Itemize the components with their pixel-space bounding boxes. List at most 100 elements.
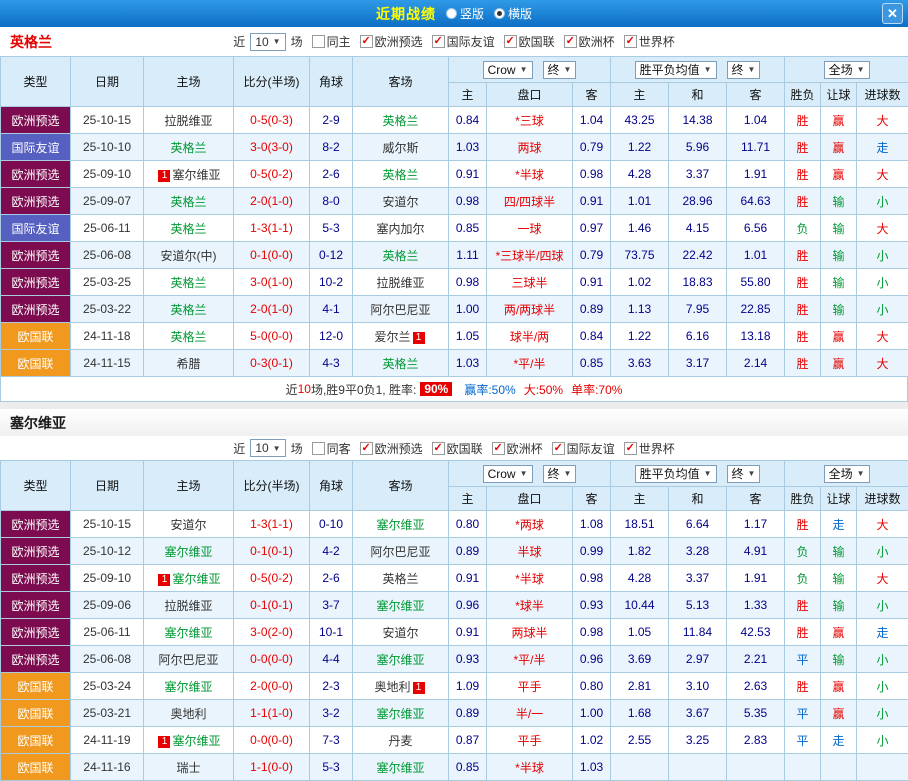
- avg-final-value: 终: [732, 465, 744, 482]
- result-goals-cell: 小: [857, 592, 908, 619]
- home-team-name[interactable]: 拉脱维亚: [164, 599, 212, 613]
- avg-home-cell: 1.22: [611, 134, 669, 161]
- avg-type-dropdown[interactable]: 胜平负均值 ▼: [635, 61, 717, 79]
- home-team-cell: 阿尔巴尼亚: [144, 646, 234, 673]
- layout-vertical-option[interactable]: 竖版: [446, 5, 484, 22]
- corner-cell: 10-2: [310, 269, 353, 296]
- away-odds-cell: 0.98: [573, 161, 611, 188]
- home-team-name[interactable]: 塞尔维亚: [164, 626, 212, 640]
- check-icon: ✓: [626, 36, 635, 47]
- match-count-value: 10: [255, 441, 268, 455]
- away-team-name[interactable]: 安道尔: [382, 626, 418, 640]
- away-team-name[interactable]: 奥地利: [374, 680, 410, 694]
- away-team-name[interactable]: 安道尔: [382, 195, 418, 209]
- layout-horizontal-option[interactable]: 横版: [494, 5, 532, 22]
- home-team-name[interactable]: 安道尔(中): [161, 249, 217, 263]
- home-team-name[interactable]: 英格兰: [170, 222, 206, 236]
- scope-dropdown[interactable]: 全场 ▼: [824, 465, 870, 483]
- header-row-groups: 类型 日期 主场 比分(半场) 角球 客场 Crow ▼: [1, 57, 908, 83]
- match-row: 欧洲预选 25-09-10 1塞尔维亚 0-5(0-2) 2-6 英格兰: [1, 161, 908, 188]
- rank-badge: 1: [158, 574, 170, 586]
- result-handicap-cell: 赢: [821, 350, 857, 377]
- match-count-dropdown[interactable]: 10 ▼: [250, 439, 285, 457]
- home-team-name[interactable]: 英格兰: [170, 303, 206, 317]
- avg-home-cell: 73.75: [611, 242, 669, 269]
- competition-filter-checkbox[interactable]: ✓ 欧洲杯: [564, 33, 615, 50]
- home-team-name[interactable]: 希腊: [176, 357, 200, 371]
- away-team-name[interactable]: 塞尔维亚: [376, 707, 424, 721]
- away-team-name[interactable]: 塞尔维亚: [376, 518, 424, 532]
- avg-type-dropdown[interactable]: 胜平负均值 ▼: [635, 465, 717, 483]
- competition-filter-checkbox[interactable]: ✓ 世界杯: [624, 440, 675, 457]
- away-team-name[interactable]: 英格兰: [382, 114, 418, 128]
- home-team-name[interactable]: 安道尔: [170, 518, 206, 532]
- away-team-name[interactable]: 阿尔巴尼亚: [370, 303, 430, 317]
- avg-draw-cell: 3.25: [669, 727, 727, 754]
- match-row: 欧洲预选 25-06-08 阿尔巴尼亚 0-0(0-0) 4-4 塞尔维亚: [1, 646, 908, 673]
- odds-final-dropdown[interactable]: 终 ▼: [543, 61, 577, 79]
- home-team-name[interactable]: 拉脱维亚: [164, 114, 212, 128]
- home-team-name[interactable]: 阿尔巴尼亚: [158, 653, 218, 667]
- scope-dropdown[interactable]: 全场 ▼: [824, 61, 870, 79]
- away-team-name[interactable]: 阿尔巴尼亚: [370, 545, 430, 559]
- home-team-name[interactable]: 英格兰: [170, 141, 206, 155]
- odds-source-dropdown[interactable]: Crow ▼: [483, 61, 533, 79]
- match-type-cell: 欧洲预选: [1, 619, 71, 646]
- away-team-name[interactable]: 塞尔维亚: [376, 761, 424, 775]
- home-team-name[interactable]: 英格兰: [170, 330, 206, 344]
- competition-filter-checkbox[interactable]: ✓ 国际友谊: [432, 33, 495, 50]
- competition-filter-checkbox[interactable]: ✓ 欧洲预选: [360, 440, 423, 457]
- home-team-name[interactable]: 塞尔维亚: [172, 168, 220, 182]
- away-team-cell: 安道尔: [353, 619, 449, 646]
- competition-filter-checkbox[interactable]: ✓ 国际友谊: [552, 440, 615, 457]
- avg-final-dropdown[interactable]: 终 ▼: [727, 61, 761, 79]
- away-team-cell: 英格兰: [353, 242, 449, 269]
- away-team-name[interactable]: 英格兰: [382, 249, 418, 263]
- result-goals-cell: 小: [857, 673, 908, 700]
- away-team-name[interactable]: 拉脱维亚: [376, 276, 424, 290]
- odds-final-dropdown[interactable]: 终 ▼: [543, 465, 577, 483]
- avg-final-dropdown[interactable]: 终 ▼: [727, 465, 761, 483]
- competition-filter-checkbox[interactable]: ✓ 同客: [312, 440, 351, 457]
- match-type-cell: 欧国联: [1, 700, 71, 727]
- close-button[interactable]: ✕: [882, 3, 903, 24]
- away-team-name[interactable]: 英格兰: [382, 168, 418, 182]
- radio-unselected-icon: [446, 8, 457, 19]
- score-cell: 0-0(0-0): [234, 646, 310, 673]
- home-team-name[interactable]: 英格兰: [170, 276, 206, 290]
- score-cell: 5-0(0-0): [234, 323, 310, 350]
- avg-draw-cell: 5.96: [669, 134, 727, 161]
- match-count-dropdown[interactable]: 10 ▼: [250, 33, 285, 51]
- home-team-name[interactable]: 塞尔维亚: [172, 572, 220, 586]
- games-label: 场: [291, 440, 303, 457]
- home-team-name[interactable]: 瑞士: [176, 761, 200, 775]
- home-team-name[interactable]: 塞尔维亚: [172, 734, 220, 748]
- result-goals-cell: 走: [857, 134, 908, 161]
- away-team-name[interactable]: 英格兰: [382, 357, 418, 371]
- score-cell: 0-3(0-1): [234, 350, 310, 377]
- away-team-name[interactable]: 塞内加尔: [376, 222, 424, 236]
- odds-source-dropdown[interactable]: Crow ▼: [483, 465, 533, 483]
- handicap-cell: 半/一: [487, 700, 573, 727]
- competition-filter-checkbox[interactable]: ✓ 欧国联: [504, 33, 555, 50]
- handicap-cell: 两/两球半: [487, 296, 573, 323]
- competition-filter-checkbox[interactable]: ✓ 世界杯: [624, 33, 675, 50]
- match-type-cell: 欧洲预选: [1, 646, 71, 673]
- away-team-name[interactable]: 爱尔兰: [374, 330, 410, 344]
- away-team-name[interactable]: 威尔斯: [382, 141, 418, 155]
- home-team-name[interactable]: 塞尔维亚: [164, 680, 212, 694]
- away-team-name[interactable]: 丹麦: [388, 734, 412, 748]
- competition-filter-checkbox[interactable]: ✓ 欧洲预选: [360, 33, 423, 50]
- away-team-name[interactable]: 塞尔维亚: [376, 599, 424, 613]
- home-team-name[interactable]: 英格兰: [170, 195, 206, 209]
- home-team-name[interactable]: 奥地利: [170, 707, 206, 721]
- away-team-name[interactable]: 塞尔维亚: [376, 653, 424, 667]
- home-team-name[interactable]: 塞尔维亚: [164, 545, 212, 559]
- competition-filter-checkbox[interactable]: ✓ 欧国联: [432, 440, 483, 457]
- corner-cell: 5-3: [310, 215, 353, 242]
- away-team-name[interactable]: 英格兰: [382, 572, 418, 586]
- home-team-cell: 瑞士: [144, 754, 234, 781]
- competition-filter-checkbox[interactable]: ✓ 同主: [312, 33, 351, 50]
- away-odds-cell: 0.91: [573, 269, 611, 296]
- competition-filter-checkbox[interactable]: ✓ 欧洲杯: [492, 440, 543, 457]
